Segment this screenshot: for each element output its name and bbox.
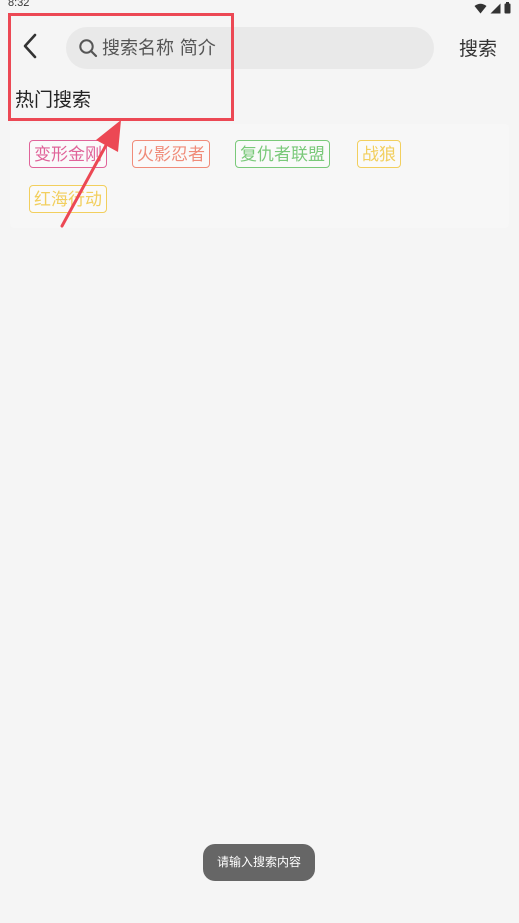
wifi-icon: [474, 3, 487, 14]
hot-tag-transformers[interactable]: 变形金刚: [29, 140, 107, 168]
hot-tag-avengers[interactable]: 复仇者联盟: [235, 140, 330, 168]
hot-tag-naruto[interactable]: 火影忍者: [132, 140, 210, 168]
hot-tag-operation-red-sea[interactable]: 红海行动: [29, 185, 107, 213]
battery-icon: [504, 2, 511, 14]
hot-search-tag-panel: 变形金刚 火影忍者 复仇者联盟 战狼 红海行动: [10, 124, 509, 228]
search-box[interactable]: [66, 27, 434, 69]
status-time: 8:32: [8, 0, 30, 9]
hot-tag-wolf-warrior[interactable]: 战狼: [357, 140, 401, 168]
hot-search-title: 热门搜索: [15, 89, 92, 111]
toast-message: 请输入搜索内容: [203, 844, 315, 881]
back-button[interactable]: [14, 30, 46, 66]
cellular-signal-icon: [490, 3, 501, 14]
chevron-left-icon: [21, 33, 39, 63]
search-button[interactable]: 搜索: [452, 34, 504, 64]
status-bar: 8:32: [0, 0, 519, 18]
search-input[interactable]: [102, 27, 422, 69]
search-icon: [78, 38, 98, 58]
status-icons: [474, 2, 511, 14]
